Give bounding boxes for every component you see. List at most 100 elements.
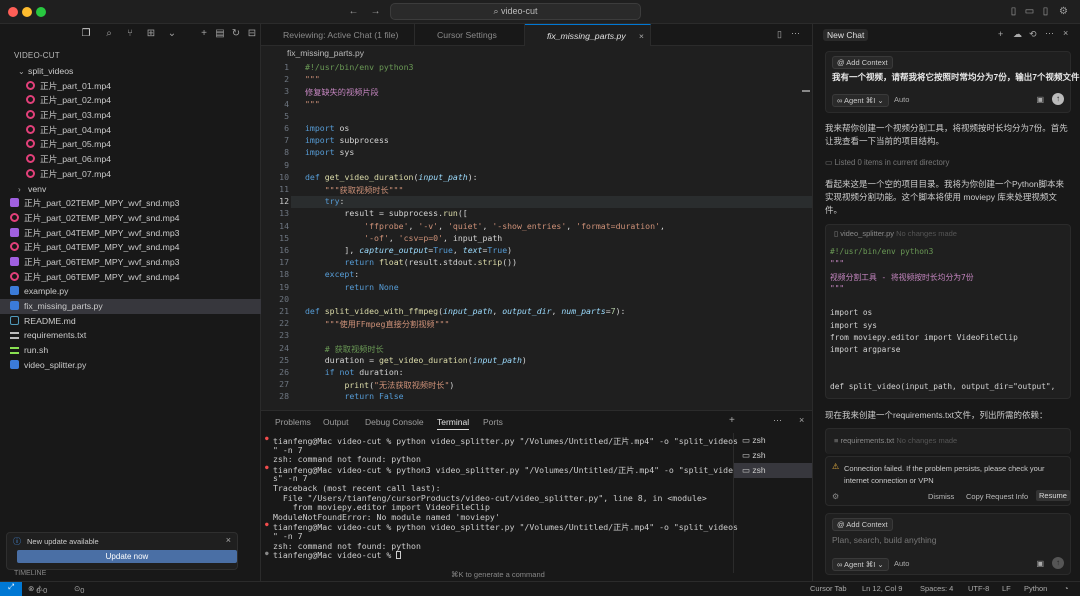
add-context-button[interactable]: @ Add Context: [832, 56, 893, 69]
chat-tab-new-chat[interactable]: New Chat: [823, 29, 869, 41]
history-icon[interactable]: ⟲: [1029, 29, 1037, 40]
encoding-status[interactable]: UTF-8: [968, 584, 989, 593]
file-tree-item[interactable]: › venv: [0, 182, 261, 197]
resume-button[interactable]: Resume: [1036, 490, 1070, 501]
file-tree-item[interactable]: video_splitter.py: [0, 358, 261, 373]
file-tree-item[interactable]: 正片_part_02TEMP_MPY_wvf_snd.mp4: [0, 211, 261, 226]
toggle-sidebar-icon[interactable]: ▯: [1008, 6, 1019, 17]
file-tree-item[interactable]: run.sh: [0, 343, 261, 358]
file-tree-item[interactable]: ⌄ split_videos: [0, 64, 261, 79]
terminal-instance[interactable]: ▭ zsh: [734, 433, 812, 448]
source-control-icon[interactable]: ⑂: [124, 28, 136, 40]
extensions-icon[interactable]: ⊞: [145, 28, 157, 40]
more-icon[interactable]: ⋯: [773, 415, 782, 426]
toggle-panel-icon[interactable]: ▭: [1024, 6, 1035, 17]
send-icon[interactable]: ↑: [1052, 93, 1064, 105]
file-tree-item[interactable]: 正片_part_01.mp4: [0, 79, 261, 94]
file-tree-item[interactable]: fix_missing_parts.py: [0, 299, 261, 314]
new-folder-icon[interactable]: ▤: [214, 28, 226, 40]
gear-icon[interactable]: ⚙: [1058, 6, 1069, 17]
ports-status[interactable]: ⊙ 0: [74, 584, 84, 595]
chat-input[interactable]: Plan, search, build anything: [832, 535, 936, 545]
dismiss-button[interactable]: Dismiss: [928, 492, 954, 501]
more-icon[interactable]: ⋯: [1045, 28, 1054, 39]
cursor-position[interactable]: Ln 12, Col 9: [862, 584, 902, 593]
file-tree-item[interactable]: 正片_part_06TEMP_MPY_wvf_snd.mp4: [0, 270, 261, 285]
bell-icon[interactable]: ◔: [1064, 584, 1069, 593]
file-tree-item[interactable]: requirements.txt: [0, 328, 261, 343]
file-tree-item[interactable]: example.py: [0, 284, 261, 299]
model-select[interactable]: Auto: [894, 95, 909, 104]
file-tree-item[interactable]: 正片_part_06TEMP_MPY_wvf_snd.mp3: [0, 255, 261, 270]
file-tree-item[interactable]: 正片_part_07.mp4: [0, 167, 261, 182]
forward-arrow-icon[interactable]: →: [370, 6, 381, 17]
file-tree-item[interactable]: 正片_part_04.mp4: [0, 123, 261, 138]
close-icon[interactable]: ×: [799, 415, 804, 425]
file-tree-item[interactable]: 正片_part_05.mp4: [0, 137, 261, 152]
add-context-button[interactable]: @ Add Context: [832, 518, 893, 531]
chevron-down-icon[interactable]: ⌄: [166, 28, 178, 40]
collapse-all-icon[interactable]: ⊟: [246, 28, 258, 40]
line-number: 25: [279, 354, 289, 365]
panel-tab-terminal[interactable]: Terminal: [437, 417, 470, 430]
update-title: New update available: [27, 537, 99, 546]
split-editor-icon[interactable]: ▯: [777, 29, 782, 40]
code-block-card[interactable]: ≡ requirements.txt No changes made: [825, 428, 1071, 454]
close-icon[interactable]: ×: [226, 535, 231, 545]
tab-fix-missing-parts[interactable]: fix_missing_parts.py ×: [525, 24, 651, 46]
panel-tab-ports[interactable]: Ports: [483, 417, 503, 427]
file-tree-item[interactable]: README.md: [0, 314, 261, 329]
send-icon[interactable]: ↑: [1052, 557, 1064, 569]
timeline-section[interactable]: TIMELINE: [14, 570, 46, 577]
tab-cursor-settings[interactable]: Cursor Settings: [415, 24, 525, 46]
file-tree-item[interactable]: 正片_part_02TEMP_MPY_wvf_snd.mp3: [0, 196, 261, 211]
terminal-instance[interactable]: ▭ zsh: [734, 448, 812, 463]
line-number: 18: [279, 269, 289, 280]
search-icon[interactable]: ⌕: [103, 28, 115, 40]
code-block-card[interactable]: ▯ video_splitter.py No changes made #!/u…: [825, 224, 1071, 399]
file-tree-item[interactable]: 正片_part_06.mp4: [0, 152, 261, 167]
refresh-icon[interactable]: ↻: [230, 28, 242, 40]
agent-mode-select[interactable]: ∞ Agent ⌘I ⌄: [832, 94, 889, 107]
file-tree-item[interactable]: 正片_part_03.mp4: [0, 108, 261, 123]
model-select[interactable]: Auto: [894, 559, 909, 568]
files-icon[interactable]: ❐: [80, 28, 92, 40]
tab-reviewing-chat[interactable]: Reviewing: Active Chat (1 file): [261, 24, 415, 46]
close-icon[interactable]: ×: [1063, 28, 1068, 38]
terminal-instance[interactable]: ▭ zsh: [734, 463, 812, 478]
toggle-chat-icon[interactable]: ▯: [1040, 6, 1051, 17]
cloud-icon[interactable]: ☁: [1013, 29, 1022, 40]
add-chat-icon[interactable]: +: [998, 29, 1003, 39]
back-arrow-icon[interactable]: ←: [348, 6, 359, 17]
breadcrumb[interactable]: fix_missing_parts.py: [261, 46, 812, 60]
command-center-search[interactable]: ⌕ video-cut: [390, 3, 641, 20]
chat-input-card[interactable]: @ Add Context Plan, search, build anythi…: [825, 513, 1071, 575]
image-icon[interactable]: ▣: [1036, 559, 1044, 568]
file-tree-item[interactable]: 正片_part_04TEMP_MPY_wvf_snd.mp3: [0, 226, 261, 241]
eol-status[interactable]: LF: [1002, 584, 1011, 593]
image-icon[interactable]: ▣: [1036, 95, 1044, 104]
code-editor[interactable]: 1 #!/usr/bin/env python3 2 """ 3 修复缺失的视频片段 4 ""…: [261, 60, 812, 410]
minimize-window-button[interactable]: [22, 7, 32, 17]
indentation-status[interactable]: Spaces: 4: [920, 584, 953, 593]
panel-tab-problems[interactable]: Problems: [275, 417, 311, 427]
file-tree-item[interactable]: 正片_part_04TEMP_MPY_wvf_snd.mp4: [0, 240, 261, 255]
new-terminal-icon[interactable]: +: [729, 415, 735, 426]
more-icon[interactable]: ⋯: [791, 28, 800, 39]
user-message-card[interactable]: @ Add Context 我有一个视频，请帮我将它按照时常均分为7份，输出7个…: [825, 51, 1079, 113]
panel-tab-debug-console[interactable]: Debug Console: [365, 417, 424, 427]
copy-request-info-button[interactable]: Copy Request Info: [966, 492, 1028, 501]
problems-status[interactable]: ⊗ 0 ⚠ 0: [28, 584, 47, 595]
gear-icon[interactable]: ⚙: [832, 492, 839, 501]
close-icon[interactable]: ×: [639, 25, 644, 47]
close-window-button[interactable]: [8, 7, 18, 17]
cursor-tab-status[interactable]: Cursor Tab: [810, 584, 847, 593]
update-now-button[interactable]: Update now: [17, 550, 237, 563]
new-file-icon[interactable]: +: [198, 28, 210, 40]
maximize-window-button[interactable]: [36, 7, 46, 17]
language-status[interactable]: Python: [1024, 584, 1047, 593]
agent-mode-select[interactable]: ∞ Agent ⌘I ⌄: [832, 558, 889, 571]
panel-tab-output[interactable]: Output: [323, 417, 349, 427]
remote-icon[interactable]: ⤢: [0, 582, 22, 596]
file-tree-item[interactable]: 正片_part_02.mp4: [0, 93, 261, 108]
